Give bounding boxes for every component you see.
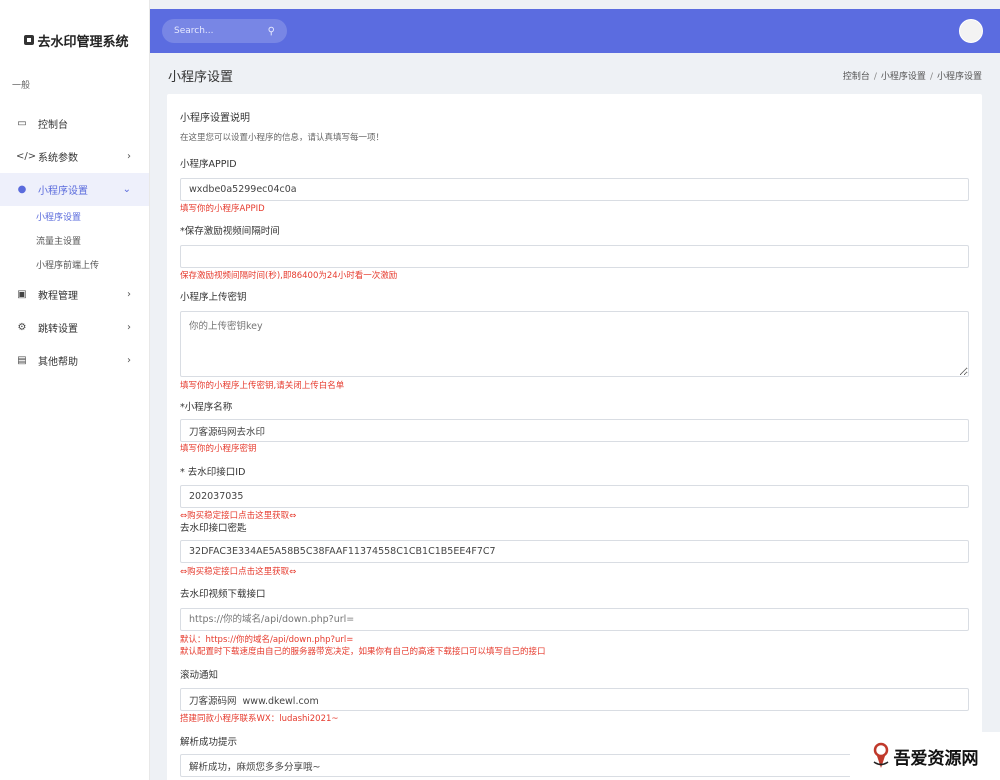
chevron-right-icon: › xyxy=(127,322,131,333)
search-icon[interactable]: ⚲ xyxy=(268,26,275,37)
sidebar-item-system-params[interactable]: </> 系统参数 › xyxy=(0,140,149,173)
download-api-help-note: 默认配置时下载速度由自己的服务器带宽决定，如果你有自己的高速下载接口可以填写自己… xyxy=(180,647,546,657)
sidebar-section-label: 一般 xyxy=(12,81,31,91)
sidebar-item-label: 教程管理 xyxy=(38,291,78,302)
appid-label: 小程序APPID xyxy=(180,159,237,170)
interval-help: 保存激励视频间隔时间(秒),即86400为24小时看一次激励 xyxy=(180,271,398,281)
sidebar-item-label: 跳转设置 xyxy=(38,324,78,335)
notice-input[interactable] xyxy=(180,688,969,711)
sidebar-subitem-traffic-settings[interactable]: 流量主设置 xyxy=(0,230,149,254)
breadcrumb: 控制台 / 小程序设置 / 小程序设置 xyxy=(842,72,982,82)
name-input[interactable] xyxy=(180,419,969,442)
page-title: 小程序设置 xyxy=(168,70,234,85)
brand-logo[interactable]: 去水印管理系统 xyxy=(0,0,149,80)
topbar: ⚲ xyxy=(150,9,1000,53)
appid-help: 填写你的小程序APPID xyxy=(180,204,265,214)
watermark: 吾爱资源网 xyxy=(850,732,1000,780)
interval-input[interactable] xyxy=(180,245,969,268)
search-box[interactable]: ⚲ xyxy=(162,19,287,43)
upload-key-field-group: 小程序上传密钥 填写你的小程序上传密钥,请关闭上传白名单 xyxy=(180,291,969,392)
appid-field-group: 小程序APPID 填写你的小程序APPID xyxy=(180,158,969,215)
api-key-input[interactable] xyxy=(180,540,969,563)
api-id-help-link[interactable]: ⇔购买稳定接口点击这里获取⇔ xyxy=(180,510,969,522)
avatar[interactable] xyxy=(959,19,983,43)
card-title: 小程序设置说明 xyxy=(180,113,250,124)
api-id-field-group: * 去水印接口ID ⇔购买稳定接口点击这里获取⇔ xyxy=(180,466,969,522)
download-api-input[interactable] xyxy=(180,608,969,631)
chevron-right-icon: › xyxy=(127,355,131,366)
download-api-field-group: 去水印视频下载接口 默认：https://你的域名/api/down.php?u… xyxy=(180,588,969,658)
api-key-label: 去水印接口密匙 xyxy=(180,523,247,534)
breadcrumb-link-miniprogram[interactable]: 小程序设置 xyxy=(881,72,926,82)
breadcrumb-current: 小程序设置 xyxy=(936,72,982,82)
sidebar-item-label: 控制台 xyxy=(38,120,68,131)
chevron-down-icon: ⌄ xyxy=(122,184,131,195)
watermark-text: 吾爱资源网 xyxy=(893,748,979,769)
sidebar-submenu: 小程序设置 流量主设置 小程序前端上传 xyxy=(0,206,149,278)
name-help: 填写你的小程序密钥 xyxy=(180,444,257,454)
upload-key-label: 小程序上传密钥 xyxy=(180,292,247,303)
sidebar-nav: ▭ 控制台 </> 系统参数 › ● 小程序设置 ⌄ 小程序设置 流量主设置 小… xyxy=(0,107,149,377)
shield-icon: ● xyxy=(17,184,27,195)
api-key-field-group: 去水印接口密匙 ⇔购买稳定接口点击这里获取⇔ xyxy=(180,522,969,578)
interval-label: *保存激励视频间隔时间 xyxy=(180,226,280,237)
sidebar-item-help[interactable]: ▤ 其他帮助 › xyxy=(0,344,149,377)
logo-icon xyxy=(24,35,35,45)
api-key-help-link[interactable]: ⇔购买稳定接口点击这里获取⇔ xyxy=(180,566,969,578)
name-field-group: *小程序名称 填写你的小程序密钥 xyxy=(180,401,969,455)
upload-key-help: 填写你的小程序上传密钥,请关闭上传白名单 xyxy=(180,381,345,391)
settings-card: 小程序设置说明 在这里您可以设置小程序的信息，请认真填写每一项！ 小程序APPI… xyxy=(167,94,982,780)
notice-help: 搭建同款小程序联系WX：ludashi2021~ xyxy=(180,714,339,724)
sidebar-item-label: 小程序设置 xyxy=(38,186,88,197)
search-input[interactable] xyxy=(174,26,254,36)
download-api-label: 去水印视频下载接口 xyxy=(180,589,266,600)
name-label: *小程序名称 xyxy=(180,402,233,413)
card-description: 在这里您可以设置小程序的信息，请认真填写每一项！ xyxy=(180,133,385,143)
sidebar-subitem-frontend-upload[interactable]: 小程序前端上传 xyxy=(0,254,149,278)
sidebar-item-label: 系统参数 xyxy=(38,153,78,164)
settings-icon: ⚙ xyxy=(17,322,27,333)
sidebar-item-tutorials[interactable]: ▣ 教程管理 › xyxy=(0,278,149,311)
sidebar-item-label: 其他帮助 xyxy=(38,357,78,368)
sidebar-item-redirect-settings[interactable]: ⚙ 跳转设置 › xyxy=(0,311,149,344)
interval-field-group: *保存激励视频间隔时间 保存激励视频间隔时间(秒),即86400为24小时看一次… xyxy=(180,225,969,282)
sidebar-item-miniprogram-settings[interactable]: ● 小程序设置 ⌄ xyxy=(0,173,149,206)
breadcrumb-link-dashboard[interactable]: 控制台 xyxy=(843,72,870,82)
chevron-right-icon: › xyxy=(127,289,131,300)
chevron-right-icon: › xyxy=(127,151,131,162)
api-id-label: * 去水印接口ID xyxy=(180,467,246,478)
watermark-logo-icon xyxy=(873,742,888,768)
appid-input[interactable] xyxy=(180,178,969,201)
upload-key-textarea[interactable] xyxy=(180,311,969,377)
sidebar-item-dashboard[interactable]: ▭ 控制台 xyxy=(0,107,149,140)
monitor-icon: ▭ xyxy=(17,118,27,129)
notice-label: 滚动通知 xyxy=(180,670,219,681)
brand-title: 去水印管理系统 xyxy=(37,34,129,50)
sidebar: 去水印管理系统 一般 ▭ 控制台 </> 系统参数 › ● 小程序设置 ⌄ 小程… xyxy=(0,0,150,780)
sidebar-subitem-miniprogram-settings[interactable]: 小程序设置 xyxy=(0,206,149,230)
picture-icon: ▣ xyxy=(17,289,27,300)
code-icon: </> xyxy=(16,151,37,162)
download-api-help-default: 默认：https://你的域名/api/down.php?url= xyxy=(180,635,354,645)
api-id-input[interactable] xyxy=(180,485,969,508)
notice-field-group: 滚动通知 搭建同款小程序联系WX：ludashi2021~ xyxy=(180,669,969,725)
document-icon: ▤ xyxy=(17,355,27,366)
